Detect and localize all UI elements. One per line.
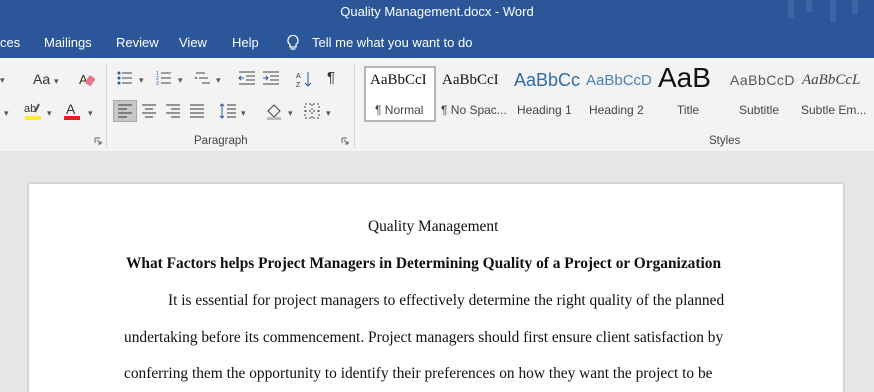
change-case-label: Aa [33, 71, 51, 87]
align-left-icon[interactable] [117, 104, 133, 118]
multilevel-list-icon[interactable] [195, 70, 211, 86]
align-center-icon[interactable] [141, 104, 157, 118]
ribbon: ▾ Aa ▾ A ▾ ab ▾ A ▾ ▾ 123 ▾ ▾ A Z ¶ ▾ ▾ … [0, 58, 874, 152]
chevron-down-icon[interactable]: ▾ [139, 72, 144, 88]
group-separator [354, 64, 355, 148]
chevron-down-icon[interactable]: ▾ [0, 72, 5, 88]
chevron-down-icon[interactable]: ▾ [47, 105, 52, 121]
ribbon-tabs: ces Mailings Review View Help Tell me wh… [0, 27, 874, 58]
decrease-indent-icon[interactable] [238, 70, 256, 86]
tab-view[interactable]: View [179, 35, 207, 50]
svg-text:A: A [79, 72, 88, 87]
bullets-icon[interactable] [117, 70, 133, 86]
chevron-down-icon[interactable]: ▾ [241, 105, 246, 121]
svg-text:3: 3 [156, 81, 159, 86]
title-decoration [788, 0, 794, 18]
chevron-down-icon[interactable]: ▾ [4, 105, 9, 121]
style-name: Heading 2 [589, 103, 644, 117]
paragraph-dialog-launcher-icon[interactable] [341, 137, 349, 145]
body-line: conferring them the opportunity to ident… [124, 365, 713, 382]
style-sample: AaBbCc [514, 70, 581, 90]
style-sample: AaBbCcL [802, 72, 861, 88]
style-sample: AaBbCcI [370, 72, 427, 88]
body-line: It is essential for project managers to … [168, 292, 725, 309]
style-name: Subtle Em... [801, 103, 867, 117]
title-decoration [830, 0, 836, 22]
align-right-icon[interactable] [165, 104, 181, 118]
chevron-down-icon[interactable]: ▾ [88, 105, 93, 121]
increase-indent-icon[interactable] [262, 70, 280, 86]
style-name: Heading 1 [517, 103, 572, 117]
justify-icon[interactable] [189, 104, 205, 118]
font-dialog-launcher-icon[interactable] [94, 137, 102, 145]
style-name: Subtitle [739, 103, 780, 117]
highlight-color-icon[interactable]: ab [22, 100, 44, 122]
title-decoration [806, 0, 812, 12]
chevron-down-icon[interactable]: ▾ [178, 72, 183, 88]
paragraph-group-label: Paragraph [194, 135, 248, 147]
svg-text:Z: Z [296, 82, 301, 88]
lightbulb-icon[interactable] [285, 34, 301, 51]
title-bar: Quality Management.docx - Word [0, 0, 874, 27]
svg-text:A: A [66, 101, 76, 117]
svg-text:ab: ab [24, 103, 36, 115]
title-decoration [852, 0, 858, 14]
document-heading: What Factors helps Project Managers in D… [126, 255, 722, 272]
borders-icon[interactable] [304, 103, 320, 119]
svg-text:A: A [296, 73, 301, 80]
body-line: undertaking before its commencement. Pro… [124, 329, 724, 346]
sort-icon[interactable]: AZ [296, 70, 312, 88]
clear-formatting-icon[interactable]: A [78, 70, 96, 88]
show-formatting-marks-icon[interactable]: ¶ [327, 70, 335, 86]
style-name: Title [677, 103, 700, 117]
group-separator [106, 64, 107, 148]
style-sample: AaB [658, 62, 711, 93]
change-case-button[interactable]: Aa ▾ [33, 71, 59, 89]
style-sample: AaBbCcI [442, 72, 499, 88]
shading-icon[interactable] [265, 102, 283, 120]
tab-references[interactable]: ces [0, 35, 20, 50]
line-spacing-icon[interactable] [219, 102, 237, 120]
style-sample: AaBbCcD [730, 72, 795, 88]
tell-me-search[interactable]: Tell me what you want to do [312, 35, 472, 50]
numbering-icon[interactable]: 123 [156, 70, 172, 86]
document-page[interactable]: Quality Management What Factors helps Pr… [29, 184, 843, 392]
style-name: ¶ Normal [375, 103, 424, 117]
document-title: Quality Management [368, 218, 499, 235]
style-sample: AaBbCcD [586, 72, 652, 89]
tab-review[interactable]: Review [116, 35, 159, 50]
font-color-icon[interactable]: A [62, 100, 82, 122]
chevron-down-icon[interactable]: ▾ [288, 105, 293, 121]
window-title: Quality Management.docx - Word [340, 4, 534, 19]
style-name: ¶ No Spac... [441, 103, 507, 117]
styles-group-label: Styles [709, 135, 741, 147]
tab-mailings[interactable]: Mailings [44, 35, 92, 50]
chevron-down-icon[interactable]: ▾ [216, 72, 221, 88]
tab-help[interactable]: Help [232, 35, 259, 50]
chevron-down-icon[interactable]: ▾ [326, 105, 331, 121]
